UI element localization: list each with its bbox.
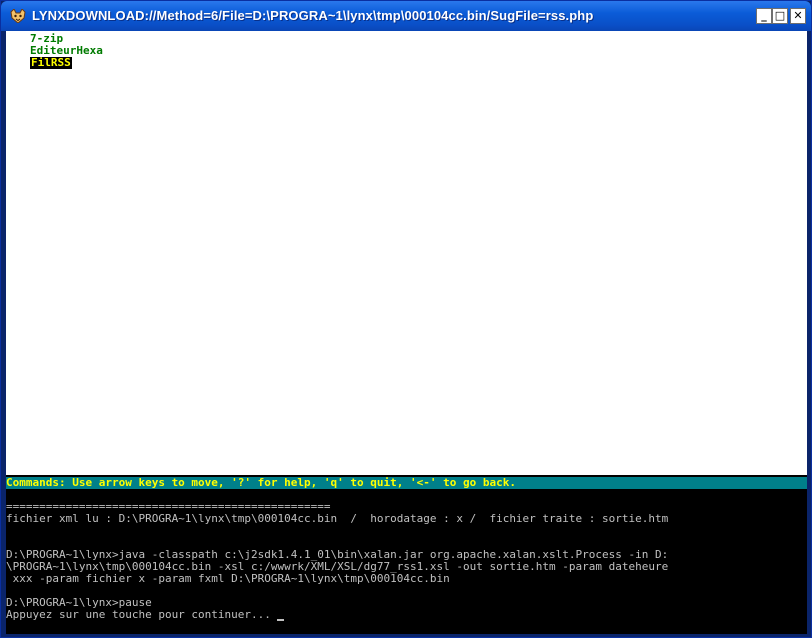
lynx-window: LYNXDOWNLOAD://Method=6/File=D:\PROGRA~1… xyxy=(0,0,812,638)
console-prompt-text: Appuyez sur une touche pour continuer... xyxy=(6,609,271,621)
console-line: xxx -param fichier x -param fxml D:\PROG… xyxy=(6,573,450,585)
console-output: ========================================… xyxy=(6,489,807,634)
lynx-page-content: 7-zip EditeurHexa FilRSS xyxy=(6,31,807,475)
text-cursor xyxy=(276,619,284,621)
console-line: D:\PROGRA~1\lynx>pause xyxy=(6,597,152,609)
console-line: ========================================… xyxy=(6,501,331,513)
console-prompt-line[interactable]: Appuyez sur une touche pour continuer... xyxy=(6,609,807,621)
minimize-icon: _ xyxy=(761,9,767,22)
lynx-command-bar: Commands: Use arrow keys to move, '?' fo… xyxy=(6,477,807,489)
title-bar[interactable]: LYNXDOWNLOAD://Method=6/File=D:\PROGRA~1… xyxy=(1,1,811,31)
close-icon: ✕ xyxy=(793,9,803,22)
minimize-button[interactable]: _ xyxy=(756,8,772,24)
close-button[interactable]: ✕ xyxy=(790,8,806,24)
console-line: D:\PROGRA~1\lynx>java -classpath c:\j2sd… xyxy=(6,549,669,561)
lynx-icon[interactable] xyxy=(10,9,26,23)
window-client-area: 7-zip EditeurHexa FilRSS Commands: Use a… xyxy=(6,31,807,634)
maximize-button[interactable]: □ xyxy=(772,8,788,24)
maximize-icon: □ xyxy=(774,9,786,22)
link-filrss-selected[interactable]: FilRSS xyxy=(30,57,72,69)
window-title: LYNXDOWNLOAD://Method=6/File=D:\PROGRA~1… xyxy=(32,8,594,23)
console-line: fichier xml lu : D:\PROGRA~1\lynx\tmp\00… xyxy=(6,513,669,525)
console-line: \PROGRA~1\lynx\tmp\000104cc.bin -xsl c:/… xyxy=(6,561,669,573)
